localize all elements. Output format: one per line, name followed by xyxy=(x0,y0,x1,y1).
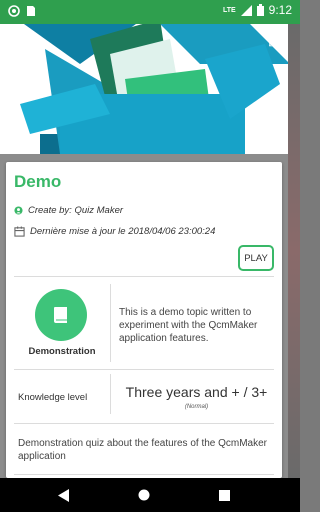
network-type: LTE xyxy=(222,6,236,14)
recents-square-icon xyxy=(218,489,230,501)
author-row: Create by: Quiz Maker xyxy=(14,205,123,216)
navigation-bar xyxy=(0,478,300,512)
notification-icons xyxy=(8,5,36,17)
updated-text: Dernière mise à jour le 2018/04/06 23:00… xyxy=(30,226,216,237)
date-row: Dernière mise à jour le 2018/04/06 23:00… xyxy=(14,226,215,237)
notification-circle-icon xyxy=(8,5,20,17)
calendar-icon xyxy=(14,226,25,237)
clock: 9:12 xyxy=(268,3,292,17)
back-button[interactable] xyxy=(56,487,72,503)
topic-card: Demo Create by: Quiz Maker Dernière mise… xyxy=(6,162,282,478)
home-circle-icon xyxy=(138,489,150,501)
topic-banner: ⤢ xyxy=(0,24,288,154)
author-text: Create by: Quiz Maker xyxy=(28,205,124,216)
person-circle-icon xyxy=(14,206,23,215)
play-button[interactable]: PLAY xyxy=(238,245,274,271)
box-illustration xyxy=(20,24,288,154)
topic-title: Demo xyxy=(14,172,62,191)
divider xyxy=(14,369,274,370)
divider xyxy=(14,423,274,424)
battery-icon xyxy=(256,4,264,16)
knowledge-level-note: (Normal) xyxy=(184,404,209,410)
recents-button[interactable] xyxy=(216,487,232,503)
vertical-divider xyxy=(110,374,111,414)
system-status: LTE 9:12 xyxy=(223,3,292,17)
topic-name: Demonstration xyxy=(28,346,96,357)
status-bar: LTE 9:12 xyxy=(0,0,300,24)
vertical-divider xyxy=(110,284,111,362)
topic-description: This is a demo topic written to experime… xyxy=(119,307,258,344)
back-triangle-icon xyxy=(58,488,69,502)
knowledge-level-value: Three years and + / 3+ xyxy=(125,384,268,400)
topic-icon xyxy=(35,289,87,341)
divider xyxy=(14,474,274,475)
expand-icon[interactable]: ⤢ xyxy=(268,36,278,48)
knowledge-level-label: Knowledge level xyxy=(18,392,88,403)
divider xyxy=(14,276,274,277)
sim-card-icon xyxy=(27,6,35,16)
background-list-edge xyxy=(288,24,300,478)
home-button[interactable] xyxy=(136,487,152,503)
book-icon xyxy=(54,307,67,323)
quiz-description: Demonstration quiz about the features of… xyxy=(18,438,268,462)
signal-icon xyxy=(240,4,252,16)
